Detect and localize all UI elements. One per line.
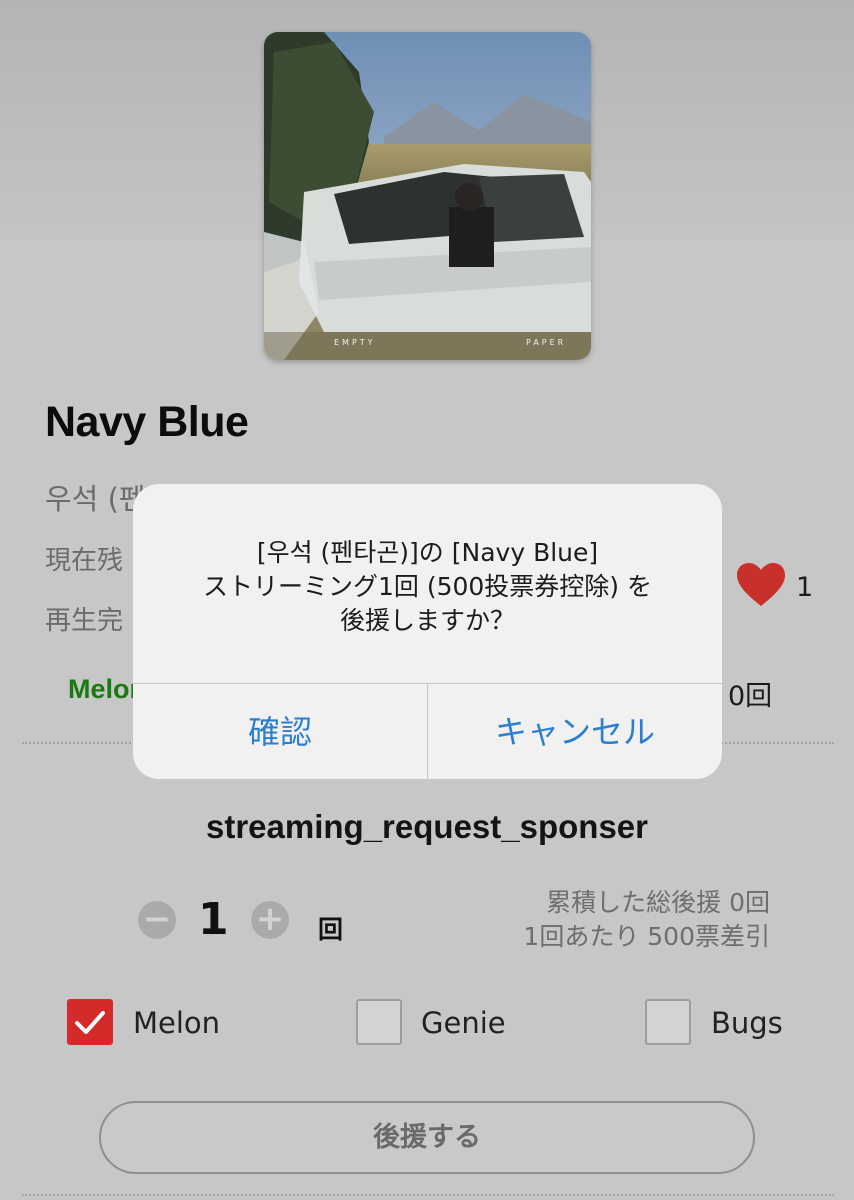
increment-button[interactable]: + <box>251 901 289 939</box>
dialog-button-row: 確認 キャンセル <box>133 683 722 779</box>
total-support-text: 累積した総後援 0回 <box>546 888 770 917</box>
melon-checkbox[interactable] <box>67 999 113 1045</box>
like-control[interactable]: 1 <box>736 562 813 612</box>
heart-icon <box>736 562 786 612</box>
cover-text-left: EMPTY <box>334 338 376 347</box>
bottom-divider <box>22 1194 834 1196</box>
dialog-line-2: ストリーミング1回 (500投票券控除) を <box>202 572 653 601</box>
confirm-dialog: [우석 (펜타곤)]の [Navy Blue] ストリーミング1回 (500投票… <box>133 484 722 779</box>
per-play-cost-text: 1回あたり 500票差引 <box>523 922 770 951</box>
song-title: Navy Blue <box>45 398 249 446</box>
confirm-button[interactable]: 確認 <box>133 684 427 779</box>
cover-text-right: PAPER <box>526 338 566 347</box>
support-button[interactable]: 後援する <box>99 1101 755 1174</box>
cancel-button[interactable]: キャンセル <box>427 684 722 779</box>
sponsor-heading: streaming_request_sponser <box>205 808 648 845</box>
platform-play-count: 0回 <box>728 681 773 712</box>
album-cover: EMPTY PAPER <box>264 32 591 360</box>
decrement-button[interactable]: − <box>138 901 176 939</box>
bugs-checkbox[interactable] <box>645 999 691 1045</box>
genie-label: Genie <box>421 1006 506 1040</box>
quantity-unit: 回 <box>318 915 344 944</box>
dialog-line-3: 後援しますか？ <box>339 606 515 635</box>
support-stats: 累積した総後援 0回 1回あたり 500票差引 <box>523 886 770 954</box>
heart-count: 1 <box>796 571 814 603</box>
remaining-label: 現在残 <box>45 546 124 576</box>
dialog-line-1: [우석 (펜타곤)]の [Navy Blue] <box>256 538 599 567</box>
dialog-message: [우석 (펜타곤)]の [Navy Blue] ストリーミング1回 (500投票… <box>133 536 722 638</box>
check-icon <box>75 1011 105 1034</box>
melon-label: Melon <box>133 1006 221 1040</box>
playback-label: 再生完 <box>45 606 124 636</box>
quantity-value: 1 <box>198 894 229 945</box>
genie-checkbox[interactable] <box>356 999 402 1045</box>
bugs-label: Bugs <box>711 1006 783 1040</box>
